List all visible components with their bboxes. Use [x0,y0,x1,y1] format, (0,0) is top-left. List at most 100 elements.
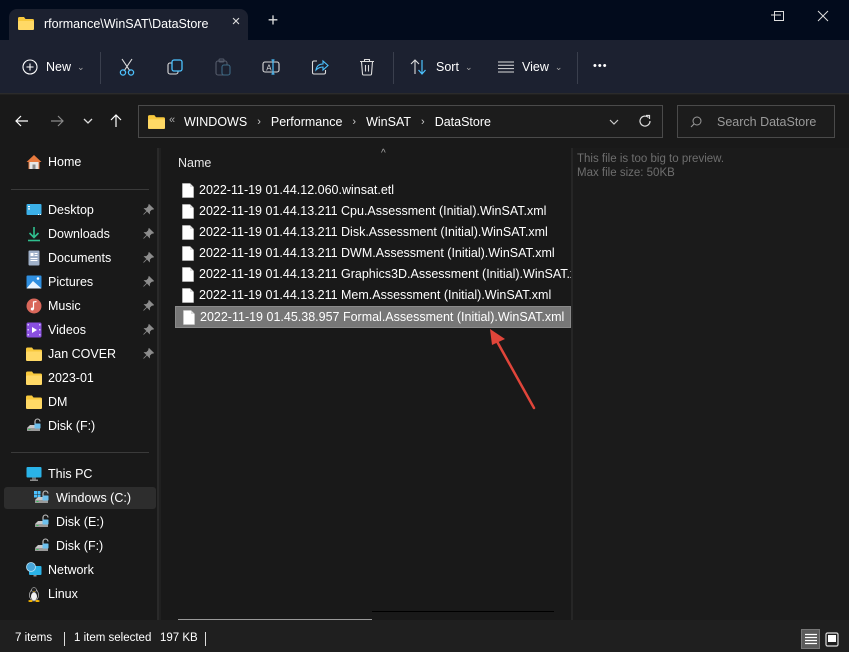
search-box[interactable]: Search DataStore [677,105,835,138]
file-icon [183,310,195,325]
sidebar-item-desktop[interactable]: Desktop [4,199,156,221]
address-bar[interactable]: « WINDOWS › Performance › WinSAT › DataS… [138,105,663,138]
share-button[interactable] [311,54,329,80]
sidebar-item-dm[interactable]: DM [4,391,156,413]
sort-icon [410,59,426,75]
breadcrumb-item[interactable]: WinSAT [366,115,411,129]
sidebar-item-jan-cover[interactable]: Jan COVER [4,343,156,365]
sidebar-item-network[interactable]: Network [4,559,156,581]
pin-icon[interactable] [143,300,154,311]
file-row[interactable]: 2022-11-19 01.44.13.211 DWM.Assessment (… [175,243,571,264]
folder-icon [26,371,42,385]
tab-current[interactable]: rformance\WinSAT\DataStore × [9,9,248,40]
chevron-down-icon: ⌄ [554,61,563,72]
refresh-button[interactable] [638,114,652,131]
overflow-breadcrumb-icon[interactable]: « [169,114,175,126]
cut-icon [119,58,135,76]
sidebar-item-this-pc[interactable]: This PC [4,463,156,485]
arrow-right-icon [51,115,64,127]
sidebar-scrollbar[interactable] [157,148,159,620]
sidebar-item-music[interactable]: Music [4,295,156,317]
chevron-down-icon [609,119,619,125]
new-button[interactable]: New ⌄ [22,54,85,80]
new-tab-button[interactable]: + [265,11,281,29]
chevron-right-icon[interactable]: › [257,116,261,128]
file-icon [182,246,194,261]
item-count: 7 items [15,632,53,644]
preview-message: This file is too big to preview. Max fil… [577,152,724,180]
chevron-right-icon[interactable]: › [352,116,356,128]
file-icon [182,288,194,303]
tiles-view-button[interactable] [822,629,841,649]
recent-locations-button[interactable] [79,112,97,130]
scrollbar-track [372,611,554,612]
file-row[interactable]: 2022-11-19 01.44.13.211 Mem.Assessment (… [175,285,571,306]
sidebar-item-documents[interactable]: Documents [4,247,156,269]
copy-button[interactable] [167,54,183,80]
sidebar-item-2023-01[interactable]: 2023-01 [4,367,156,389]
chevron-right-icon[interactable]: › [421,116,425,128]
sort-button[interactable]: Sort ⌄ [410,54,472,80]
sidebar-label: DM [48,395,68,409]
title-bar: rformance\WinSAT\DataStore × + [0,0,849,40]
file-row[interactable]: 2022-11-19 01.44.13.211 Cpu.Assessment (… [175,201,571,222]
address-history-dropdown[interactable] [609,113,619,128]
pin-icon[interactable] [143,252,154,263]
back-button[interactable] [13,112,31,130]
file-name: 2022-11-19 01.44.13.211 Cpu.Assessment (… [199,204,547,218]
up-button[interactable] [107,112,125,130]
sidebar-item-downloads[interactable]: Downloads [4,223,156,245]
pin-icon[interactable] [143,324,154,335]
search-icon [690,116,702,128]
view-label: View [522,60,549,74]
svg-text:A: A [266,64,272,73]
folder-icon [26,395,42,409]
file-icon [182,183,194,198]
close-window-button[interactable] [817,6,837,22]
sidebar-label: Jan COVER [48,347,117,361]
sidebar-item-videos[interactable]: Videos [4,319,156,341]
sidebar-item-disk-e[interactable]: Disk (E:) [4,511,156,533]
preview-line-2: Max file size: 50KB [577,167,675,179]
sidebar-label: Disk (F:) [56,539,104,553]
status-divider [64,632,65,646]
file-icon [182,225,194,240]
maximize-button[interactable] [773,6,793,22]
toolbar-divider [577,52,578,84]
forward-button[interactable] [48,112,66,130]
search-input[interactable]: Search DataStore [717,115,816,129]
view-button[interactable]: View ⌄ [498,54,562,80]
more-icon: ••• [593,60,608,72]
pin-icon[interactable] [143,228,154,239]
delete-icon [360,58,374,76]
sidebar-item-pictures[interactable]: Pictures [4,271,156,293]
arrow-left-icon [15,115,28,127]
more-options-button[interactable]: ••• [593,53,608,79]
paste-button[interactable] [215,54,231,80]
rename-button[interactable]: A [262,54,280,80]
sidebar-item-disk-f[interactable]: Disk (F:) [4,535,156,557]
column-header-name[interactable]: Name [178,156,211,170]
breadcrumb-item[interactable]: WINDOWS [184,115,247,129]
sidebar-item-disk-f-quick[interactable]: Disk (F:) [4,415,156,437]
file-row[interactable]: 2022-11-19 01.44.13.211 Disk.Assessment … [175,222,571,243]
sidebar-item-linux[interactable]: Linux [4,583,156,605]
pin-icon[interactable] [143,204,154,215]
pin-icon[interactable] [143,276,154,287]
file-row[interactable]: 2022-11-19 01.44.12.060.winsat.etl [175,180,571,201]
cut-button[interactable] [119,54,135,80]
sidebar-label: Disk (E:) [56,515,104,529]
delete-button[interactable] [359,54,375,80]
tab-close-icon[interactable]: × [229,14,243,29]
pin-icon[interactable] [143,348,154,359]
sidebar-item-home[interactable]: Home [4,151,156,173]
file-name: 2022-11-19 01.44.13.211 Disk.Assessment … [199,225,548,239]
sidebar-label: This PC [48,467,93,481]
breadcrumb-item[interactable]: DataStore [435,115,491,129]
plus-circle-icon [22,59,38,75]
close-icon [817,10,829,22]
details-view-button[interactable] [801,629,820,649]
breadcrumb-item[interactable]: Performance [271,115,343,129]
sidebar-item-windows-c[interactable]: Windows (C:) [4,487,156,509]
file-row[interactable]: 2022-11-19 01.44.13.211 Graphics3D.Asses… [175,264,589,285]
